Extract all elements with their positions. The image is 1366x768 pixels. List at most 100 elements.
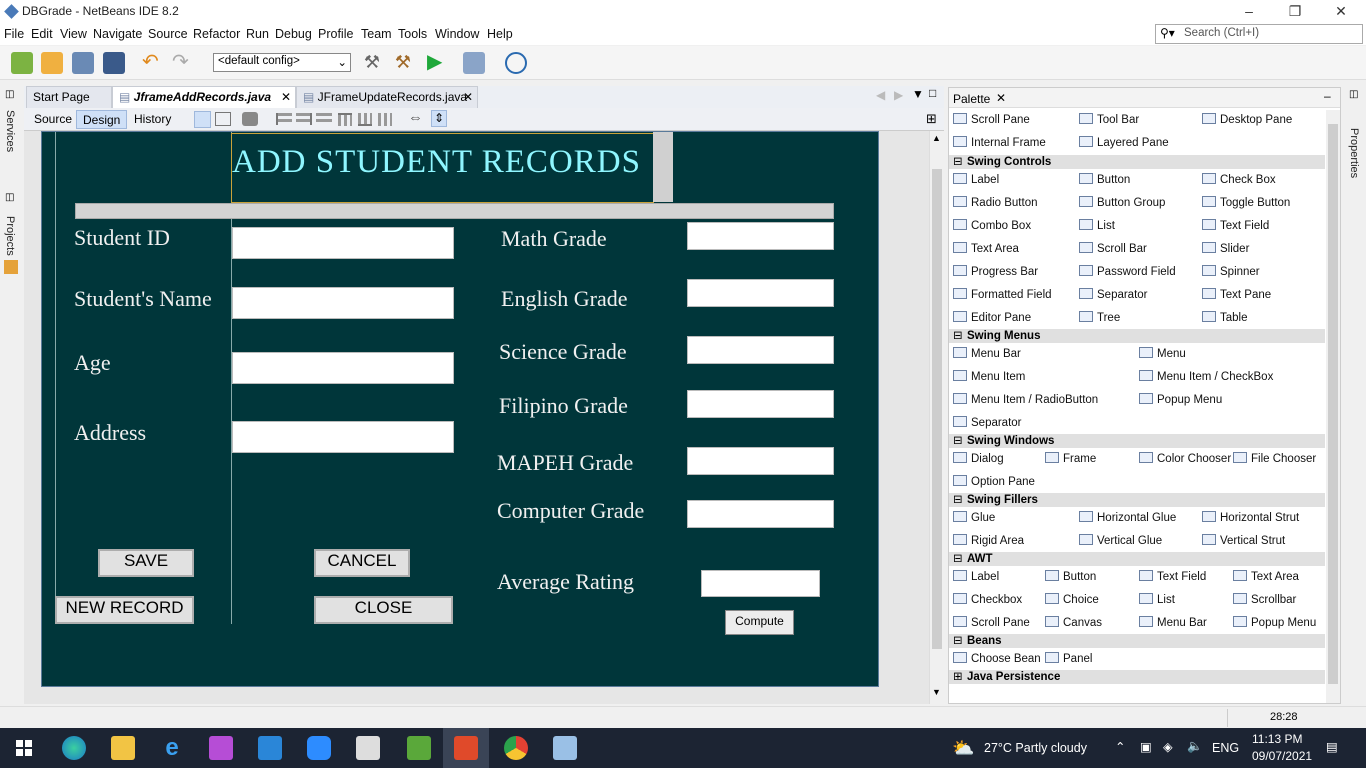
menu-source[interactable]: Source [148,27,188,41]
collapse-toggle-icon[interactable]: ⊟ [953,434,963,448]
palette-item-label[interactable]: Label [953,173,999,186]
palette-item-list[interactable]: List [1079,219,1115,232]
address-field[interactable] [232,421,454,453]
palette-item-menu[interactable]: Menu [1139,347,1186,360]
palette-item-tree[interactable]: Tree [1079,311,1120,324]
student-name-field[interactable] [232,287,454,319]
palette-item-formatted-field[interactable]: Formatted Field [953,288,1052,301]
palette-item-button[interactable]: Button [1045,570,1096,583]
menu-run[interactable]: Run [246,27,269,41]
collapse-toggle-icon[interactable]: ⊞ [953,670,963,684]
mapeh-grade-field[interactable] [687,447,834,475]
expand-icon[interactable]: ⊞ [926,111,937,127]
palette-scrollbar[interactable] [1326,110,1340,703]
scroll-up-icon[interactable]: ▲ [932,133,941,143]
palette-item-separator[interactable]: Separator [953,416,1022,429]
chevron-up-icon[interactable]: ⌃ [1115,739,1125,754]
palette-item-radio-button[interactable]: Radio Button [953,196,1038,209]
tab-list-icon[interactable]: ▼ [912,87,924,101]
chrome-icon[interactable] [504,736,528,760]
collapse-toggle-icon[interactable]: ⊟ [953,552,963,566]
science-grade-field[interactable] [687,336,834,364]
redo-icon[interactable]: ↷ [172,52,194,74]
palette-item-progress-bar[interactable]: Progress Bar [953,265,1038,278]
palette-item-text-pane[interactable]: Text Pane [1202,288,1271,301]
palette-item-scroll-pane[interactable]: Scroll Pane [953,113,1030,126]
palette-item-glue[interactable]: Glue [953,511,995,524]
clock-date[interactable]: 09/07/2021 [1252,749,1312,763]
preview-design-icon[interactable] [242,112,258,126]
palette-item-menu-bar[interactable]: Menu Bar [953,347,1021,360]
tab-jframe-update-records[interactable]: ▤ JFrameUpdateRecords.java ✕ [296,86,478,108]
menu-team[interactable]: Team [361,27,392,41]
collapse-toggle-icon[interactable]: ⊟ [953,155,963,169]
file-explorer-icon[interactable] [111,736,135,760]
volume-icon[interactable]: 🔈 [1187,739,1203,754]
open-project-icon[interactable] [72,52,94,74]
palette-item-combo-box[interactable]: Combo Box [953,219,1031,232]
scroll-thumb[interactable] [932,169,942,649]
maximize-icon[interactable]: □ [929,86,936,100]
palette-item-text-area[interactable]: Text Area [953,242,1019,255]
palette-item-popup-menu[interactable]: Popup Menu [1233,616,1316,629]
restore-icon[interactable]: ◫ [5,192,14,203]
minimize-icon[interactable]: ◫ [5,89,14,100]
audio-app-icon[interactable] [209,736,233,760]
menu-refactor[interactable]: Refactor [193,27,240,41]
source-button[interactable]: Source [28,110,78,129]
services-tab[interactable]: Services [4,110,16,152]
new-record-button[interactable]: NEW RECORD [55,596,194,624]
store-icon[interactable] [356,736,380,760]
weather-text[interactable]: 27°C Partly cloudy [984,741,1087,755]
language-indicator[interactable]: ENG [1212,741,1239,755]
palette-item-menu-bar[interactable]: Menu Bar [1139,616,1207,629]
palette-item-toggle-button[interactable]: Toggle Button [1202,196,1290,209]
palette-category-java-persistence[interactable]: ⊞ Java Persistence [949,670,1325,684]
restore-icon[interactable]: ◫ [1349,89,1358,100]
align-left-icon[interactable] [276,113,292,125]
filipino-grade-field[interactable] [687,390,834,418]
collapse-toggle-icon[interactable]: ⊟ [953,493,963,507]
palette-item-vertical-strut[interactable]: Vertical Strut [1202,534,1285,547]
close-button[interactable]: CLOSE [314,596,453,624]
palette-item-check-box[interactable]: Check Box [1202,173,1276,186]
virtualbox-icon[interactable] [553,736,577,760]
new-file-icon[interactable] [11,52,33,74]
menu-window[interactable]: Window [435,27,479,41]
save-button[interactable]: SAVE [98,549,194,577]
greenfoot-icon[interactable] [407,736,431,760]
windows-start-icon[interactable] [16,740,32,756]
palette-item-button-group[interactable]: Button Group [1079,196,1165,209]
age-field[interactable] [232,352,454,384]
palette-item-table[interactable]: Table [1202,311,1248,324]
palette-item-frame[interactable]: Frame [1045,452,1096,465]
palette-item-separator[interactable]: Separator [1079,288,1148,301]
weather-icon[interactable]: ⛅ [952,738,974,759]
zoom-icon[interactable] [307,736,331,760]
palette-item-label[interactable]: Label [953,570,999,583]
align-middle-icon[interactable] [378,113,392,126]
palette-category-swing-windows[interactable]: ⊟ Swing Windows [949,434,1325,448]
menu-view[interactable]: View [60,27,87,41]
palette-item-internal-frame[interactable]: Internal Frame [953,136,1046,149]
palette-item-menu-item[interactable]: Menu Item [953,370,1025,383]
menu-debug[interactable]: Debug [275,27,312,41]
align-top-icon[interactable] [338,113,352,126]
menu-file[interactable]: File [4,27,24,41]
palette-item-list[interactable]: List [1139,593,1175,606]
collapse-toggle-icon[interactable]: ⊟ [953,329,963,343]
palette-category-swing-fillers[interactable]: ⊟ Swing Fillers [949,493,1325,507]
notifications-icon[interactable]: ▤ [1326,739,1338,754]
palette-item-vertical-glue[interactable]: Vertical Glue [1079,534,1162,547]
properties-tab[interactable]: Properties [1348,128,1360,178]
palette-item-file-chooser[interactable]: File Chooser [1233,452,1316,465]
run-icon[interactable]: ▶ [427,52,449,74]
palette-item-desktop-pane[interactable]: Desktop Pane [1202,113,1292,126]
computer-grade-field[interactable] [687,500,834,528]
scroll-thumb[interactable] [1328,124,1338,684]
palette-item-dialog[interactable]: Dialog [953,452,1004,465]
build-icon[interactable]: ⚒ [361,52,383,74]
palette-item-popup-menu[interactable]: Popup Menu [1139,393,1222,406]
palette-category-swing-controls[interactable]: ⊟ Swing Controls [949,155,1325,169]
average-rating-field[interactable] [701,570,820,597]
